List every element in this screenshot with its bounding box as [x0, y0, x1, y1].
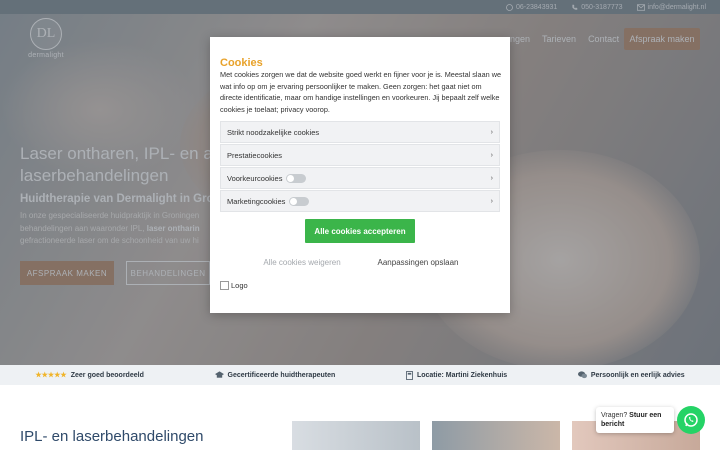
feature-advice: Persoonlijk en eerlijk advies — [577, 371, 685, 379]
chevron-right-icon: › — [490, 128, 493, 136]
section-title: IPL- en laserbehandelingen — [20, 428, 204, 445]
certificate-icon — [214, 371, 224, 378]
cookie-category-marketing[interactable]: Marketingcookies › — [220, 190, 500, 212]
star-rating-icon: ★★★★★ — [35, 372, 67, 379]
chat-prompt-bubble[interactable]: Vragen? Stuur een bericht — [596, 407, 674, 433]
cookie-category-preferences[interactable]: Voorkeurcookies › — [220, 167, 500, 189]
cookie-consent-dialog: Cookies Met cookies zorgen we dat de web… — [210, 37, 510, 313]
save-preferences-button[interactable]: Aanpassingen opslaan — [362, 251, 474, 273]
whatsapp-icon — [684, 413, 698, 427]
whatsapp-chat-button[interactable] — [677, 406, 705, 434]
cookie-categories: Strikt noodzakelijke cookies › Prestatie… — [220, 121, 500, 212]
accept-all-cookies-button[interactable]: Alle cookies accepteren — [305, 219, 415, 243]
reject-all-cookies-button[interactable]: Alle cookies weigeren — [250, 251, 354, 273]
treatment-image[interactable] — [292, 421, 420, 450]
marketing-toggle[interactable] — [289, 196, 310, 206]
chevron-right-icon: › — [490, 197, 493, 205]
chevron-right-icon: › — [490, 174, 493, 182]
chevron-right-icon: › — [490, 151, 493, 159]
broken-logo-image: Logo — [220, 281, 248, 290]
cookie-description: Met cookies zorgen we dat de website goe… — [220, 70, 502, 114]
feature-certified: Gecertificeerde huidtherapeuten — [214, 371, 335, 379]
cookie-category-necessary[interactable]: Strikt noodzakelijke cookies › — [220, 121, 500, 143]
cookie-title: Cookies — [220, 57, 263, 69]
feature-rating: ★★★★★ Zeer goed beoordeeld — [35, 371, 144, 380]
features-bar: ★★★★★ Zeer goed beoordeeld Gecertificeer… — [0, 365, 720, 385]
feature-location: Locatie: Martini Ziekenhuis — [405, 370, 507, 380]
broken-image-icon — [220, 281, 229, 290]
location-icon — [405, 370, 413, 380]
chat-icon — [577, 371, 587, 379]
cookie-category-performance[interactable]: Prestatiecookies › — [220, 144, 500, 166]
treatment-image[interactable] — [432, 421, 560, 450]
preferences-toggle[interactable] — [286, 173, 307, 183]
